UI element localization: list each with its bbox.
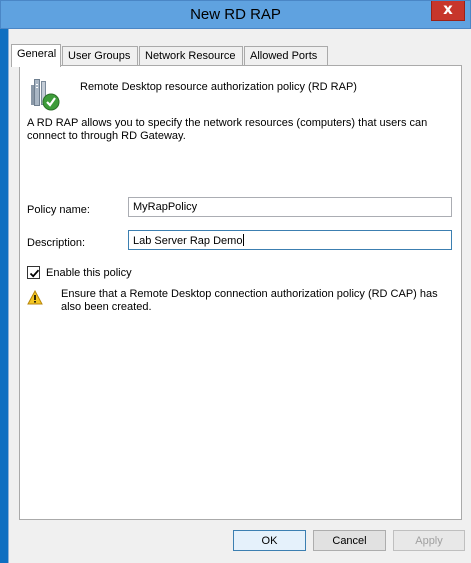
policy-name-value: MyRapPolicy <box>133 201 198 213</box>
policy-name-label: Policy name: <box>27 204 90 216</box>
tab-user-groups[interactable]: User Groups <box>62 46 138 65</box>
warning-icon <box>27 289 43 305</box>
dialog-window: New RD RAP x General User Groups Network… <box>0 0 471 563</box>
cancel-button[interactable]: Cancel <box>313 530 386 551</box>
close-icon: x <box>443 0 453 18</box>
close-button[interactable]: x <box>431 0 465 21</box>
enable-policy-label[interactable]: Enable this policy <box>46 267 132 279</box>
title-bar[interactable]: New RD RAP x <box>0 0 471 29</box>
apply-button[interactable]: Apply <box>393 530 465 551</box>
description-input[interactable]: Lab Server Rap Demo <box>128 230 452 250</box>
window-title: New RD RAP <box>190 6 281 23</box>
description-value: Lab Server Rap Demo <box>133 235 243 247</box>
tab-network-resource[interactable]: Network Resource <box>139 46 243 65</box>
enable-policy-checkbox[interactable] <box>27 266 40 279</box>
description-label: Description: <box>27 237 86 249</box>
tab-allowed-ports[interactable]: Allowed Ports <box>244 46 328 65</box>
policy-heading: Remote Desktop resource authorization po… <box>80 81 357 93</box>
text-caret <box>243 234 245 246</box>
ok-button[interactable]: OK <box>233 530 306 551</box>
policy-description-text: A RD RAP allows you to specify the netwo… <box>27 117 428 142</box>
policy-name-input[interactable]: MyRapPolicy <box>128 197 452 217</box>
warning-message: Ensure that a Remote Desktop connection … <box>61 288 438 313</box>
policy-document-check-icon <box>28 78 62 112</box>
tab-general[interactable]: General <box>11 44 61 67</box>
checkmark-icon <box>29 269 40 278</box>
